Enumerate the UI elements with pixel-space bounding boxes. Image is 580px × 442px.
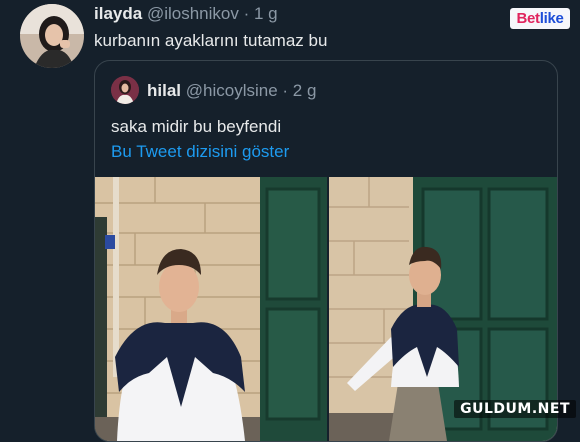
betlike-watermark: Betlike xyxy=(510,8,570,29)
show-thread-link[interactable]: Bu Tweet dizisini göster xyxy=(111,141,289,163)
tweet-time[interactable]: · 1 g xyxy=(244,4,278,23)
photo-left[interactable] xyxy=(95,177,327,441)
watermark-part-2: like xyxy=(539,10,564,27)
watermark-part-1: Bet xyxy=(516,10,540,27)
quoted-tweet-card[interactable]: hilal @hicoylsine · 2 g saka midir bu be… xyxy=(94,60,558,442)
author-handle[interactable]: @iloshnikov xyxy=(147,4,239,23)
guldum-watermark: GULDUM.NET xyxy=(454,400,576,418)
tweet-text: kurbanın ayaklarını tutamaz bu xyxy=(94,31,328,50)
quoted-author-handle[interactable]: @hicoylsine xyxy=(186,81,278,100)
quoted-author-avatar[interactable] xyxy=(111,76,139,104)
tweet-header: ilayda @iloshnikov · 1 g xyxy=(94,4,278,24)
quoted-tweet-text: saka midir bu beyfendi xyxy=(111,117,282,136)
quoted-author-name[interactable]: hilal xyxy=(147,81,181,100)
author-avatar[interactable] xyxy=(20,4,84,68)
quoted-tweet-time[interactable]: · 2 g xyxy=(282,81,316,100)
author-name[interactable]: ilayda xyxy=(94,4,142,23)
quoted-tweet-header: hilal @hicoylsine · 2 g xyxy=(147,81,316,101)
